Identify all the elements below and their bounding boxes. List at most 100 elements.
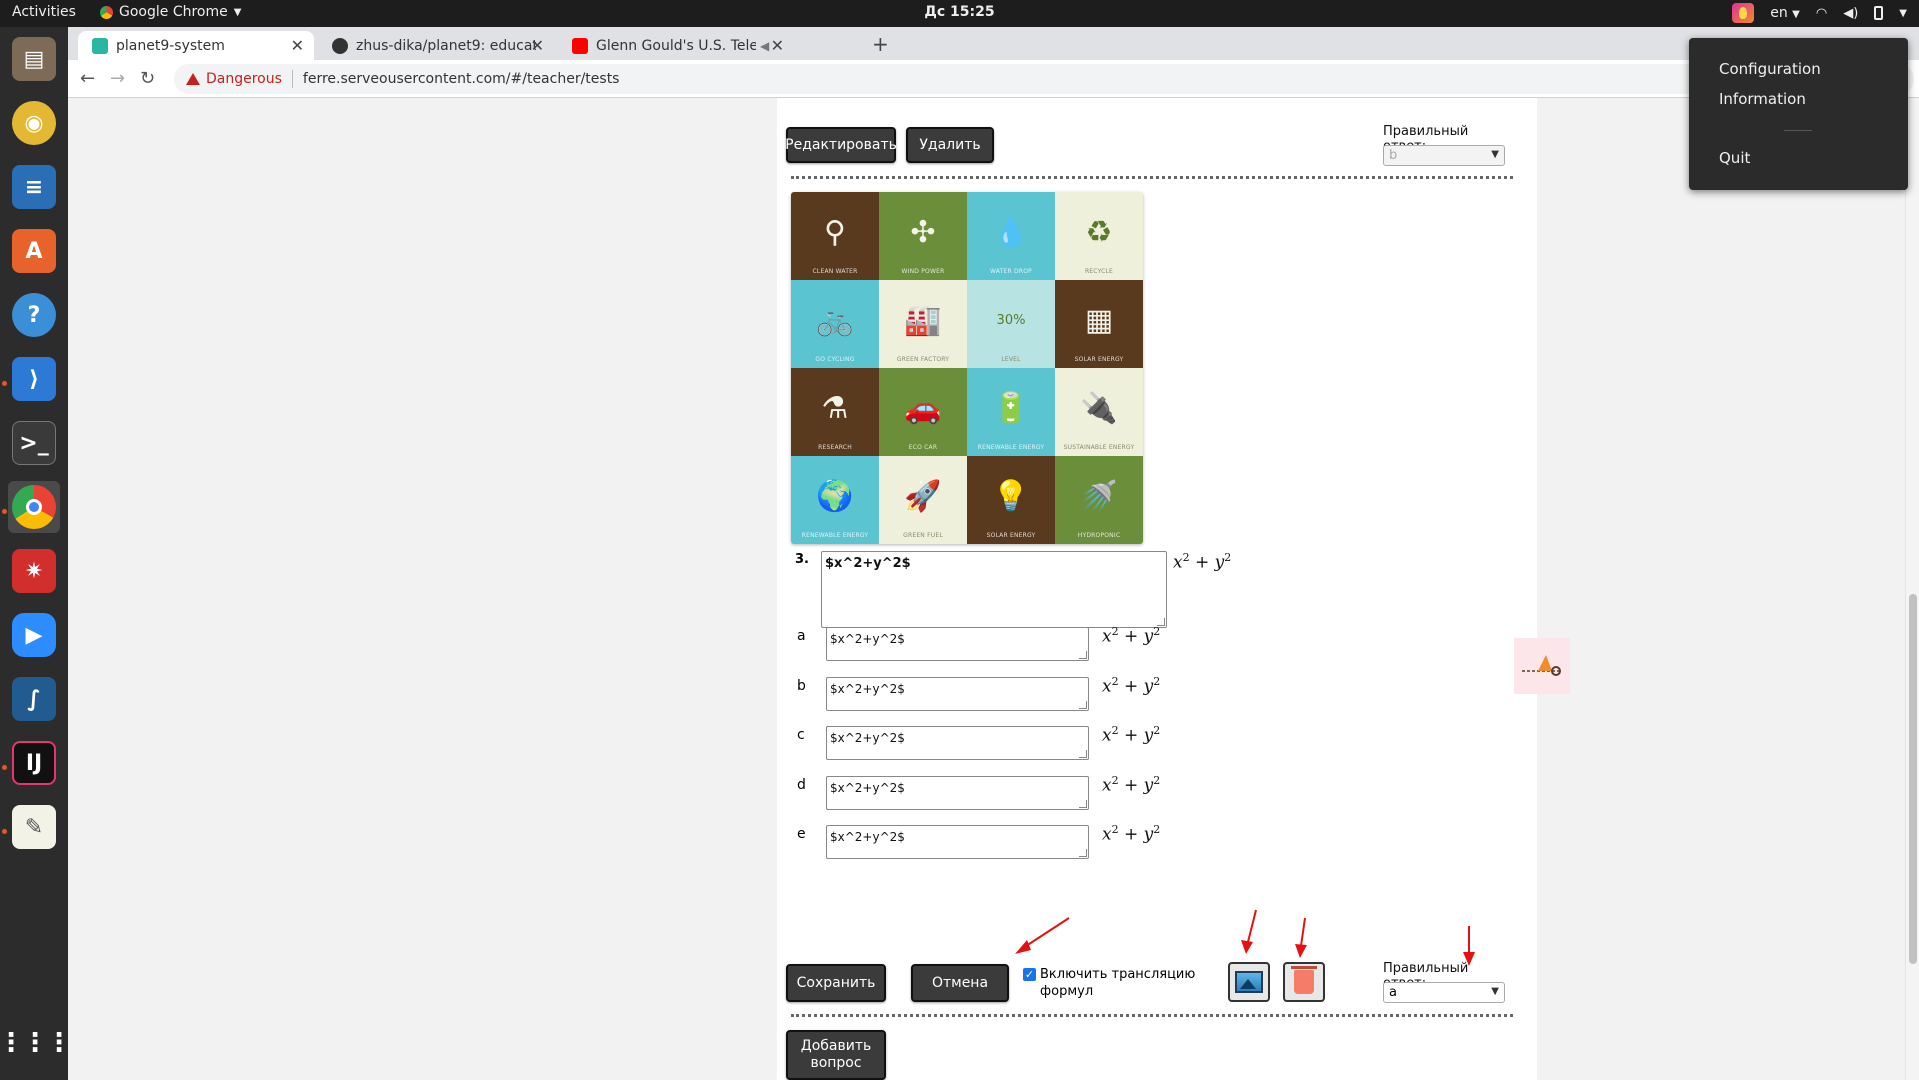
formula-plus: + bbox=[1124, 775, 1139, 796]
new-tab-button[interactable]: + bbox=[872, 32, 889, 56]
clock[interactable]: Дс 15:25 bbox=[924, 4, 994, 20]
formula-x: x bbox=[1102, 725, 1112, 746]
dock-rhythmbox[interactable]: ◉ bbox=[8, 97, 60, 149]
delete-image-button[interactable] bbox=[1283, 962, 1325, 1002]
close-icon[interactable]: ✕ bbox=[771, 36, 784, 55]
formula-exp: 2 bbox=[1153, 823, 1161, 836]
page-viewport: Редактировать Удалить Правильный ответ: … bbox=[68, 98, 1919, 1080]
tile-icon: 🚿 bbox=[1080, 478, 1118, 514]
tile-icon: 30% bbox=[996, 312, 1026, 328]
test-editor-panel: Редактировать Удалить Правильный ответ: … bbox=[777, 98, 1537, 1080]
formula-exp: 2 bbox=[1153, 773, 1161, 787]
dock-mysql-workbench[interactable]: ∫ bbox=[8, 673, 60, 725]
formula-exp: 2 bbox=[1182, 551, 1190, 564]
option-input[interactable]: $x^2+y^2$ bbox=[826, 676, 1089, 711]
correct-answer-select[interactable]: a ▼ bbox=[1383, 982, 1505, 1003]
option-label: b bbox=[797, 677, 806, 694]
option-value: $x^2+y^2$ bbox=[830, 780, 905, 795]
wifi-icon[interactable]: ◠ bbox=[1816, 6, 1827, 21]
floating-badge[interactable] bbox=[1514, 638, 1570, 694]
volume-icon[interactable]: ◀) bbox=[1843, 6, 1858, 21]
checkbox-checked[interactable]: ✓ bbox=[1023, 968, 1036, 981]
forward-arrow-icon[interactable]: → bbox=[110, 68, 125, 89]
cancel-button[interactable]: Отмена bbox=[911, 964, 1009, 1002]
option-input[interactable]: $x^2+y^2$ bbox=[826, 627, 1089, 661]
tile-caption: SOLAR ENERGY bbox=[1074, 356, 1124, 363]
security-indicator[interactable]: Dangerous bbox=[186, 71, 282, 87]
activities-button[interactable]: Activities bbox=[12, 4, 76, 20]
tab-youtube[interactable]: Glenn Gould's U.S. Tele ◀ ✕ bbox=[558, 31, 794, 60]
speaker-muted-icon[interactable]: ◀ bbox=[760, 39, 769, 53]
dock-terminal[interactable]: >_ bbox=[8, 417, 60, 469]
question-number: 3. bbox=[795, 552, 809, 567]
resize-grip-icon[interactable] bbox=[1079, 651, 1087, 659]
formula-exp: 2 bbox=[1153, 674, 1161, 688]
dock-files[interactable]: ▤ bbox=[8, 33, 60, 85]
dock-writer[interactable]: ≡ bbox=[8, 161, 60, 213]
option-label: e bbox=[797, 826, 806, 842]
dock-intellij[interactable]: IJ bbox=[8, 737, 60, 789]
page-scrollbar[interactable] bbox=[1905, 98, 1919, 1080]
formula-x: x bbox=[1102, 626, 1112, 647]
dock-mathematica[interactable]: ✷ bbox=[8, 545, 60, 597]
chevron-down-icon[interactable]: ▼ bbox=[1899, 8, 1907, 19]
menu-item-information[interactable]: Information bbox=[1719, 90, 1806, 108]
tile-icon: 🚀 bbox=[904, 478, 942, 514]
close-icon[interactable]: ✕ bbox=[291, 36, 304, 55]
menu-item-quit[interactable]: Quit bbox=[1719, 149, 1750, 167]
question-image: ⚲ CLEAN WATER ✣ WIND POWER 💧 WATER DROP ♻ RECYC… bbox=[791, 192, 1143, 544]
option-input[interactable]: $x^2+y^2$ bbox=[826, 825, 1089, 859]
image-icon bbox=[1235, 971, 1263, 993]
delete-button[interactable]: Удалить bbox=[906, 127, 994, 163]
resize-grip-icon[interactable] bbox=[1079, 750, 1087, 758]
formula-translation-checkbox[interactable]: ✓ Включить трансляцию формул bbox=[1023, 966, 1198, 1000]
add-question-button[interactable]: Добавить вопрос bbox=[786, 1030, 886, 1080]
question-formula-preview: x2 + y2 bbox=[1173, 551, 1231, 573]
back-arrow-icon[interactable]: ← bbox=[80, 68, 95, 89]
question-text-value: $x^2+y^2$ bbox=[825, 556, 911, 571]
menu-item-configuration[interactable]: Configuration bbox=[1719, 60, 1821, 78]
dock-zoom[interactable]: ▶ bbox=[8, 609, 60, 661]
dock-help[interactable]: ? bbox=[8, 289, 60, 341]
scrollbar-thumb[interactable] bbox=[1909, 594, 1917, 964]
option-formula-preview: x2 + y2 bbox=[1102, 675, 1160, 697]
resize-grip-icon[interactable] bbox=[1079, 849, 1087, 857]
formula-plus: + bbox=[1124, 725, 1139, 746]
question-text-input[interactable]: $x^2+y^2$ bbox=[821, 551, 1167, 628]
tile-icon: 🌍 bbox=[816, 478, 854, 514]
dock-text-editor[interactable]: ✎ bbox=[8, 801, 60, 853]
dock-chrome[interactable] bbox=[8, 481, 60, 533]
edit-button[interactable]: Редактировать bbox=[785, 127, 897, 163]
dock-vscode[interactable]: ⟩ bbox=[8, 353, 60, 405]
reload-icon[interactable]: ↻ bbox=[140, 68, 155, 89]
formula-y: y bbox=[1214, 552, 1225, 573]
annotation-arrow bbox=[1463, 926, 1475, 966]
dock-software[interactable]: A bbox=[8, 225, 60, 277]
tab-github[interactable]: zhus-dika/planet9: educat ✕ bbox=[318, 31, 554, 60]
add-image-button[interactable] bbox=[1228, 962, 1270, 1002]
app-menu[interactable]: Google Chrome ▼ bbox=[100, 4, 241, 20]
save-button[interactable]: Сохранить bbox=[786, 964, 886, 1002]
grid-tile: 🌍 RENEWABLE ENERGY bbox=[791, 456, 879, 544]
formula-exp: 2 bbox=[1111, 773, 1119, 787]
close-icon[interactable]: ✕ bbox=[531, 36, 544, 55]
option-label: a bbox=[797, 628, 806, 644]
show-apps-button[interactable]: ⋮⋮⋮ bbox=[0, 1017, 72, 1069]
system-top-bar: Activities Google Chrome ▼ Дс 15:25 en ▼… bbox=[0, 0, 1919, 27]
grid-tile: ▦ SOLAR ENERGY bbox=[1055, 280, 1143, 368]
resize-grip-icon[interactable] bbox=[1079, 700, 1087, 709]
language-indicator[interactable]: en ▼ bbox=[1770, 5, 1800, 21]
vscode-icon: ⟩ bbox=[12, 357, 56, 401]
resize-grip-icon[interactable] bbox=[1079, 799, 1087, 808]
tab-planet9-system[interactable]: planet9-system ✕ bbox=[78, 31, 314, 60]
document-icon: ≡ bbox=[12, 165, 56, 209]
tray-app-icon[interactable] bbox=[1732, 3, 1755, 23]
menu-divider bbox=[1784, 130, 1812, 131]
grid-tile: 💡 SOLAR ENERGY bbox=[967, 456, 1055, 544]
tile-icon: ⚗ bbox=[821, 390, 849, 426]
option-input[interactable]: $x^2+y^2$ bbox=[826, 726, 1089, 760]
battery-icon[interactable] bbox=[1874, 6, 1884, 20]
option-input[interactable]: $x^2+y^2$ bbox=[826, 775, 1089, 810]
tile-icon: 🚗 bbox=[904, 390, 942, 426]
address-bar[interactable]: Dangerous ferre.serveousercontent.com/#/… bbox=[174, 64, 1914, 94]
